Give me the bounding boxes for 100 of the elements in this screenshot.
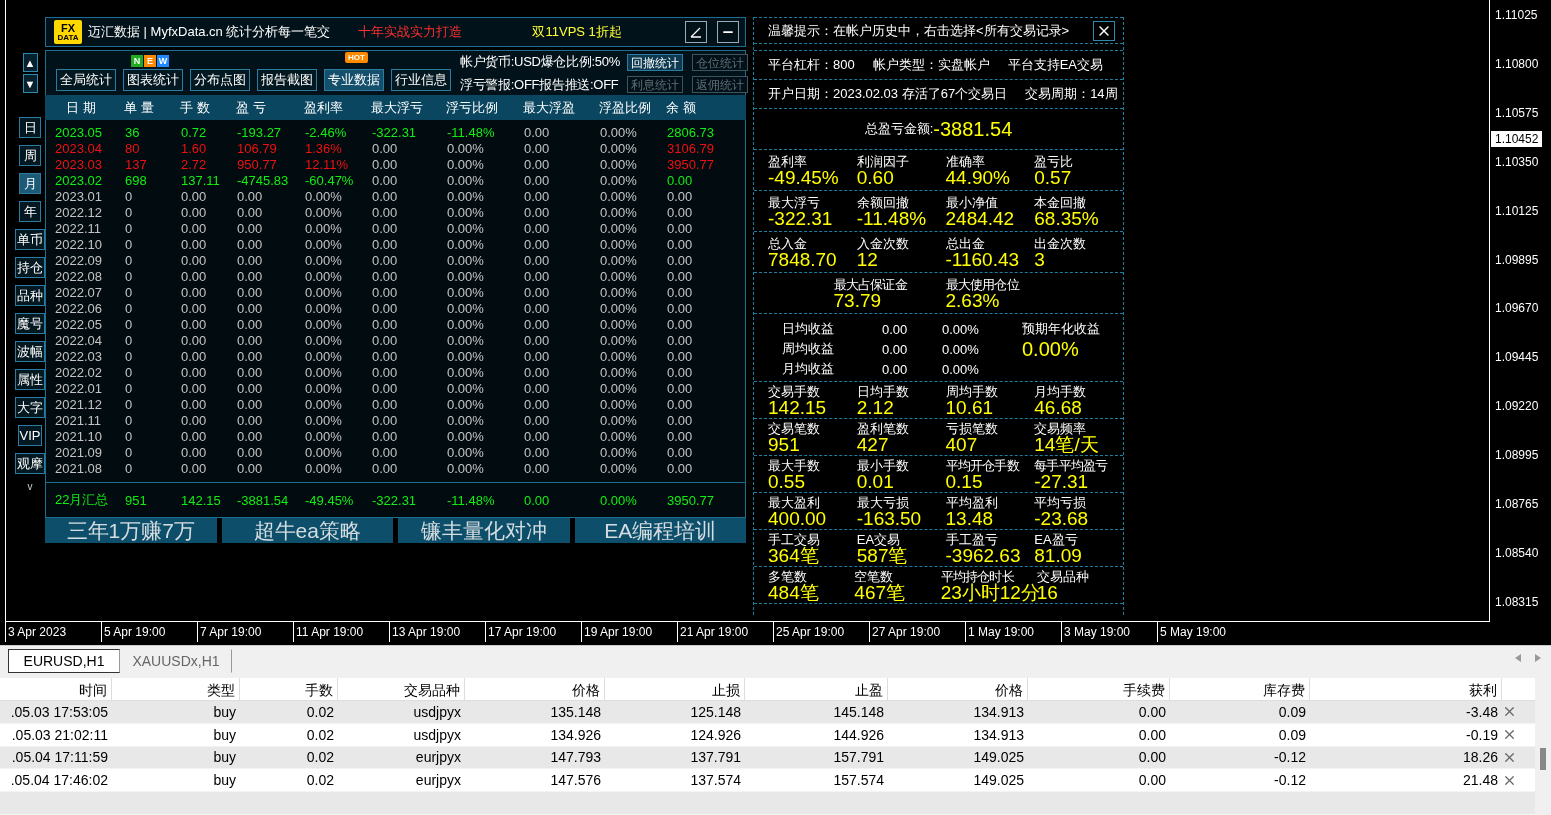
table-cell-text: 0.00 <box>524 172 551 188</box>
table-cell-text: 0.00 <box>667 284 694 300</box>
table-cell-text: 80 <box>125 140 141 156</box>
new-badge: E <box>144 55 156 67</box>
table-cell-text: usdjpyx <box>412 726 462 743</box>
table-cell-text: 0.00 <box>667 188 694 204</box>
current-price-label: 1.10452 <box>1491 131 1543 147</box>
summary-cell-text: 951 <box>125 492 148 508</box>
table-cell-text: 0.00% <box>305 348 343 364</box>
side-button[interactable]: VIP <box>17 425 43 446</box>
metric-label: 平均亏损 <box>1034 495 1088 510</box>
table-cell-text: 124.926 <box>689 726 742 743</box>
more-button[interactable]: v <box>27 481 33 492</box>
side-button[interactable]: 单币 <box>15 229 45 250</box>
time-label: 5 May 19:00 <box>1157 622 1253 642</box>
time-label: 5 Apr 19:00 <box>101 622 197 642</box>
annual-value: 0.00% <box>1022 337 1080 361</box>
table-cell-text: 0.00 <box>237 268 264 284</box>
close-icon[interactable] <box>1502 750 1517 765</box>
account-info: 浮亏警报:OFF报告推送:OFF <box>460 75 620 94</box>
toolbar-tab[interactable]: 全局统计 <box>56 69 116 91</box>
minimize-button[interactable] <box>717 21 739 43</box>
side-button[interactable]: 观摩 <box>15 453 45 474</box>
total-label: 总盈亏金额: <box>864 120 934 138</box>
period-button[interactable]: 日 <box>19 117 41 138</box>
metric-value: 2.12 <box>856 399 894 417</box>
table-cell-text: 0.00% <box>600 236 638 252</box>
table-cell-text: 0.00% <box>305 412 343 428</box>
side-button[interactable]: 魔号 <box>15 313 45 334</box>
table-cell-text: 0.00 <box>237 412 264 428</box>
table-cell-text: 0.02 <box>305 749 335 766</box>
toolbar-tab[interactable]: 报告截图 <box>257 69 317 91</box>
table-cell-text: 157.574 <box>832 772 885 789</box>
table-cell-text: 0.00% <box>447 300 485 316</box>
table-cell-text: 0 <box>125 252 134 268</box>
metric-value: 400.00 <box>768 510 828 528</box>
table-cell-text: 0.00 <box>667 220 694 236</box>
average-label: 月均收益 <box>782 360 835 378</box>
metric-value: 0.55 <box>768 473 805 491</box>
side-button[interactable]: 持仓 <box>15 257 45 278</box>
summary-cell-text: -3881.54 <box>237 492 290 508</box>
table-cell-text: 0.00% <box>600 316 638 332</box>
table-cell-text: 0.00 <box>372 236 399 252</box>
table-cell-text: 134.913 <box>972 726 1025 743</box>
table-cell-text: 0.00 <box>524 268 551 284</box>
promo-button[interactable]: EA编程培训 <box>574 518 746 543</box>
metric-label: 交易频率 <box>1034 421 1088 436</box>
table-cell-text: 0.00 <box>181 316 208 332</box>
table-cell-text: -0.12 <box>1273 749 1307 766</box>
scrollbar-thumb[interactable] <box>1540 748 1546 770</box>
metric-label: 最大亏损 <box>856 495 910 510</box>
table-cell-text: 0.09 <box>1277 726 1307 743</box>
side-button[interactable]: 属性 <box>15 369 45 390</box>
total-value: -3881.54 <box>933 117 1013 141</box>
toolbar-tab[interactable]: 行业信息 <box>391 69 451 91</box>
scroll-button[interactable]: ▼ <box>22 74 38 93</box>
table-cell-text: 0.00 <box>237 364 264 380</box>
period-button[interactable]: 年 <box>19 201 41 222</box>
scroll-button[interactable]: ▲ <box>22 53 38 72</box>
table-cell-text: 0.00% <box>447 316 485 332</box>
time-label: 25 Apr 19:00 <box>773 622 869 642</box>
info-text: 平台杠杆：800 <box>768 56 855 74</box>
close-button[interactable] <box>1093 20 1115 41</box>
table-cell-text: .05.04 17:11:59 <box>10 749 109 766</box>
metric-value: -11.48% <box>856 210 928 228</box>
metric-value: -322.31 <box>768 210 834 228</box>
stat-button[interactable]: 回撤统计 <box>626 53 683 71</box>
table-cell-text: 0.00 <box>524 364 551 380</box>
table-cell-text: 0.00% <box>600 268 638 284</box>
metric-label: 最小手数 <box>856 458 910 473</box>
table-cell-text: 0.00% <box>305 268 343 284</box>
side-button[interactable]: 波幅 <box>15 341 45 362</box>
toolbar-tab[interactable]: 分布点图 <box>190 69 250 91</box>
table-cell-text: 0.00% <box>447 412 485 428</box>
promo-button[interactable]: 超牛ea策略 <box>221 518 393 543</box>
period-button[interactable]: 月 <box>19 173 41 194</box>
average-value: 0.00% <box>942 361 980 377</box>
table-cell-text: 0 <box>125 348 134 364</box>
toolbar-tab[interactable]: 专业数据 <box>324 69 384 91</box>
table-cell-text: -0.12 <box>1273 772 1307 789</box>
account-info: 帐户货币:USD爆仓比例:50% <box>460 52 620 71</box>
time-label: 1 May 19:00 <box>965 622 1061 642</box>
table-cell-text: 0.00% <box>447 332 485 348</box>
edit-button[interactable] <box>685 21 707 43</box>
chart-tab[interactable]: XAUUSDx,H1 <box>120 649 232 673</box>
table-cell-text: 0.00 <box>524 124 551 140</box>
metric-value: -163.50 <box>856 510 923 528</box>
toolbar-tab[interactable]: 图表统计 <box>123 69 183 91</box>
promo-button[interactable]: 镰丰量化对冲 <box>398 518 570 543</box>
average-value: 0.00% <box>942 321 980 337</box>
side-button[interactable]: 大字 <box>15 397 45 418</box>
metric-label: 利润因子 <box>856 154 910 169</box>
side-button[interactable]: 品种 <box>15 285 45 306</box>
table-cell-text: 0.00% <box>447 428 485 444</box>
chart-tab[interactable]: EURUSD,H1 <box>8 649 120 673</box>
period-button[interactable]: 周 <box>19 145 41 166</box>
metric-value: 364笔 <box>768 547 820 565</box>
metric-label: 亏损笔数 <box>945 421 999 436</box>
time-label: 11 Apr 19:00 <box>293 622 389 642</box>
promo-button[interactable]: 三年1万赚7万 <box>45 518 217 543</box>
